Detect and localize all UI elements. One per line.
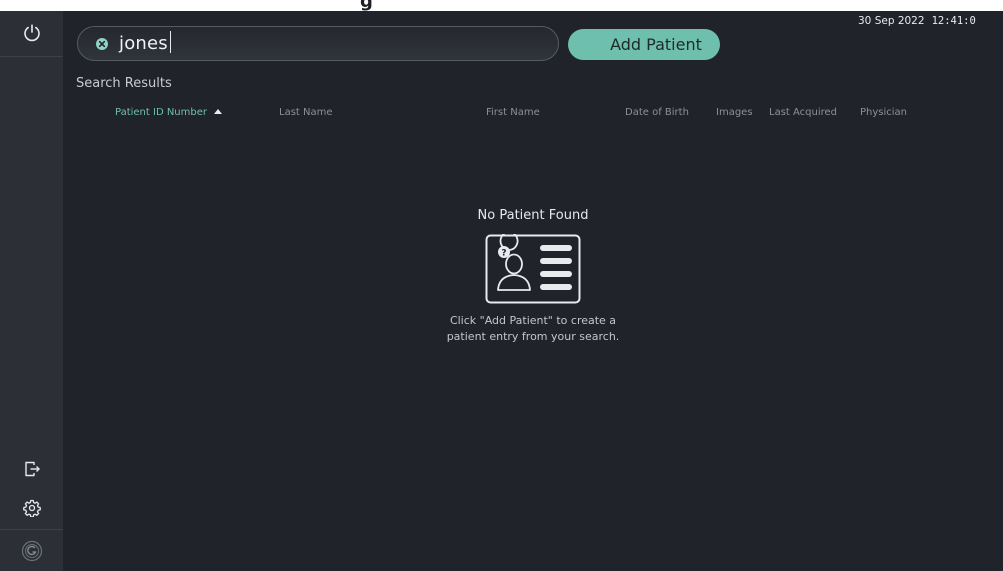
- sidebar-divider: [0, 56, 63, 57]
- settings-button[interactable]: [0, 486, 63, 530]
- logout-icon: [24, 461, 40, 477]
- text-caret: [169, 31, 172, 53]
- power-button[interactable]: [0, 11, 63, 55]
- column-last-acquired[interactable]: Last Acquired: [769, 107, 837, 118]
- top-strip: g: [0, 0, 1003, 11]
- search-value: jones: [119, 31, 172, 54]
- svg-text:?: ?: [501, 249, 506, 259]
- patient-search-screen: g jones Add Patient 30 Sep 2022 12:41:0 …: [0, 0, 1003, 571]
- column-last-name[interactable]: Last Name: [279, 107, 333, 118]
- datetime: 30 Sep 2022 12:41:0: [858, 15, 976, 27]
- sort-ascending-icon: [214, 109, 222, 114]
- empty-state-title: No Patient Found: [477, 208, 589, 223]
- power-icon: [23, 24, 40, 42]
- app-logo-icon: [21, 540, 42, 562]
- gear-icon: [22, 499, 41, 517]
- column-physician[interactable]: Physician: [860, 107, 907, 118]
- empty-state-hint: Click "Add Patient" to create a patient …: [446, 314, 620, 343]
- column-date-of-birth[interactable]: Date of Birth: [625, 107, 689, 118]
- add-patient-button[interactable]: Add Patient: [568, 29, 720, 60]
- current-time: 12:41:0: [931, 15, 976, 27]
- current-date: 30 Sep 2022: [858, 15, 925, 27]
- search-results-title: Search Results: [76, 76, 172, 91]
- app-logo: [0, 531, 63, 571]
- column-first-name[interactable]: First Name: [486, 107, 540, 118]
- logout-button[interactable]: [0, 447, 63, 491]
- column-patient-id[interactable]: Patient ID Number: [115, 107, 222, 118]
- clear-icon[interactable]: [95, 37, 109, 51]
- cropped-header-title: g: [360, 0, 373, 11]
- column-images[interactable]: Images: [716, 107, 753, 118]
- patient-card-icon: ?: [485, 234, 581, 304]
- sidebar-divider: [0, 529, 63, 530]
- search-input[interactable]: jones: [77, 26, 559, 61]
- sidebar: [0, 11, 63, 571]
- column-label: Patient ID Number: [115, 107, 207, 118]
